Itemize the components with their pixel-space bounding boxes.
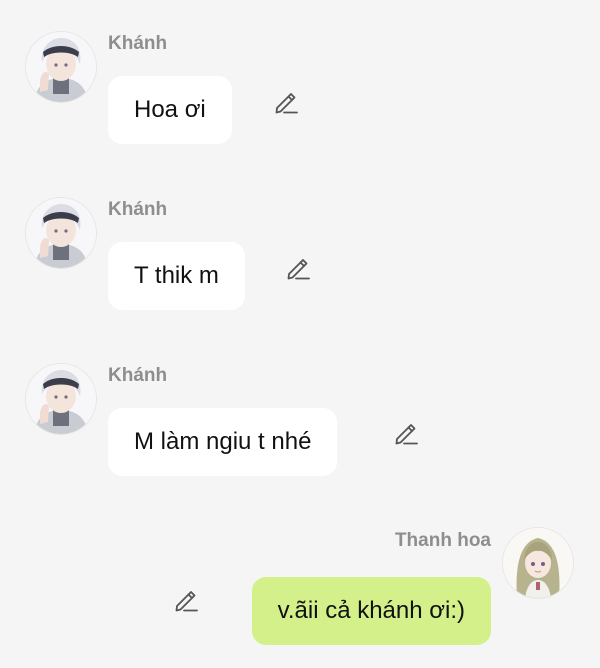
pencil-icon xyxy=(172,585,202,615)
message-row: Khánh M làm ngiu t nhé xyxy=(0,360,600,480)
sender-name: Khánh xyxy=(108,365,168,386)
avatar-khanh[interactable] xyxy=(26,364,96,434)
edit-button[interactable] xyxy=(392,418,422,448)
edit-button[interactable] xyxy=(272,87,302,117)
sender-name: Khánh xyxy=(108,33,168,54)
sender-name: Khánh xyxy=(108,199,168,220)
pencil-icon xyxy=(392,418,422,448)
edit-button[interactable] xyxy=(284,253,314,283)
avatar-khanh[interactable] xyxy=(26,32,96,102)
message-bubble[interactable]: Hoa ơi xyxy=(108,76,232,144)
message-row: Khánh Hoa ơi xyxy=(0,28,600,148)
message-bubble[interactable]: T thik m xyxy=(108,242,245,310)
message-row: Khánh T thik m xyxy=(0,194,600,314)
pencil-icon xyxy=(284,253,314,283)
edit-button[interactable] xyxy=(172,585,202,615)
avatar-khanh[interactable] xyxy=(26,198,96,268)
sender-name: Thanh hoa xyxy=(394,530,491,551)
avatar-thanh-hoa[interactable] xyxy=(503,528,573,598)
message-bubble[interactable]: M làm ngiu t nhé xyxy=(108,408,338,476)
message-row: Thanh hoa v.ãii cả khánh ơi:) xyxy=(0,524,600,650)
chat-conversation: Khánh Hoa ơi Khánh T thik m Khánh M làm … xyxy=(0,0,600,668)
message-bubble[interactable]: v.ãii cả khánh ơi:) xyxy=(251,577,491,645)
pencil-icon xyxy=(272,87,302,117)
